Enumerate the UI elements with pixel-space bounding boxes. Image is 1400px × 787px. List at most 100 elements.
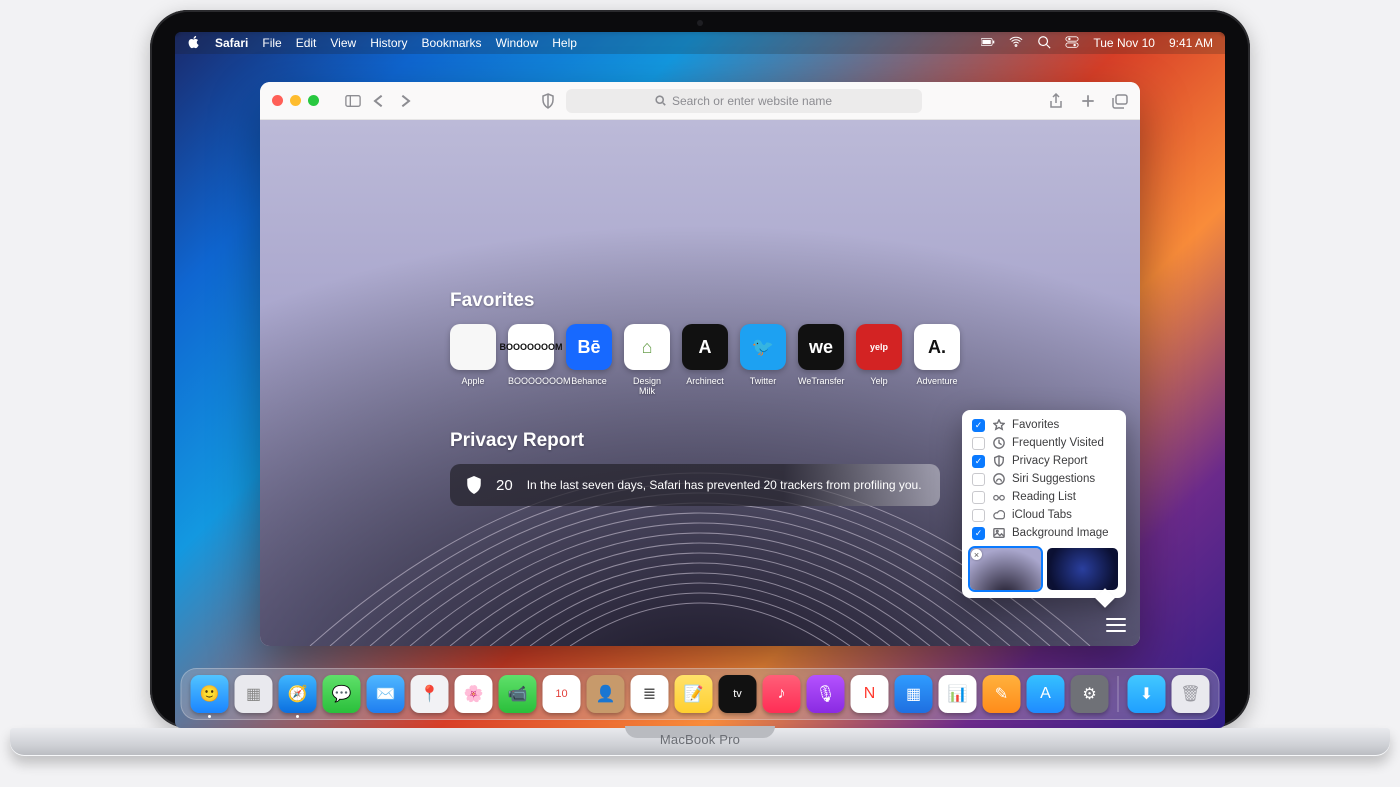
checkbox[interactable] xyxy=(972,473,985,486)
checkbox[interactable] xyxy=(972,509,985,522)
nav-back-icon[interactable] xyxy=(371,93,387,109)
safari-toolbar: Search or enter website name xyxy=(260,82,1140,120)
dock-app-launchpad[interactable]: ▦ xyxy=(235,675,273,713)
checkbox[interactable] xyxy=(972,491,985,504)
dock-app-calendar[interactable]: 10 xyxy=(543,675,581,713)
option-label: Background Image xyxy=(1012,527,1109,539)
favorite-yelp[interactable]: yelpYelp xyxy=(856,324,902,396)
dock-app-tv[interactable]: tv xyxy=(719,675,757,713)
privacy-shield-icon[interactable] xyxy=(540,93,556,109)
favorite-apple[interactable]: Apple xyxy=(450,324,496,396)
bg-thumbnail-1[interactable]: × xyxy=(970,548,1041,590)
dock-app-app-store[interactable]: A xyxy=(1027,675,1065,713)
remove-bg-icon[interactable]: × xyxy=(971,549,982,560)
dock-app-finder[interactable]: 🙂 xyxy=(191,675,229,713)
favorite-booooooom[interactable]: BOOOOOOOMBOOOOOOOM xyxy=(508,324,554,396)
tab-overview-icon[interactable] xyxy=(1112,93,1128,109)
menubar-item[interactable]: View xyxy=(330,36,356,50)
favorite-twitter[interactable]: 🐦Twitter xyxy=(740,324,786,396)
menubar-item[interactable]: History xyxy=(370,36,407,50)
shield-icon xyxy=(466,476,482,494)
dock-app-keynote[interactable]: ▦ xyxy=(895,675,933,713)
customize-option-reading-list[interactable]: Reading List xyxy=(962,488,1126,506)
macos-dock: 🙂▦🧭💬✉️📍🌸📹10👤≣📝tv♪🎙N▦📊✎A⚙︎⬇︎🗑 xyxy=(181,668,1220,720)
option-label: Frequently Visited xyxy=(1012,437,1104,449)
dock-app-reminders[interactable]: ≣ xyxy=(631,675,669,713)
hardware-label: MacBook Pro xyxy=(660,732,740,747)
control-center-icon[interactable] xyxy=(1065,35,1079,52)
option-label: iCloud Tabs xyxy=(1012,509,1072,521)
search-icon xyxy=(655,95,666,106)
fullscreen-button[interactable] xyxy=(308,95,319,106)
share-icon[interactable] xyxy=(1048,93,1064,109)
new-tab-icon[interactable] xyxy=(1080,93,1096,109)
menubar-date[interactable]: Tue Nov 10 xyxy=(1093,36,1155,50)
customize-option-background-image[interactable]: Background Image xyxy=(962,524,1126,542)
shield-icon xyxy=(992,455,1005,467)
menubar-item[interactable]: Bookmarks xyxy=(422,36,482,50)
dock-app-trash[interactable]: 🗑 xyxy=(1172,675,1210,713)
macbook-frame: Safari File Edit View History Bookmarks … xyxy=(150,10,1250,728)
macos-menubar: Safari File Edit View History Bookmarks … xyxy=(175,32,1225,54)
favorite-wetransfer[interactable]: weWeTransfer xyxy=(798,324,844,396)
customize-option-privacy-report[interactable]: Privacy Report xyxy=(962,452,1126,470)
dock-app-contacts[interactable]: 👤 xyxy=(587,675,625,713)
address-placeholder: Search or enter website name xyxy=(672,94,832,108)
wifi-icon[interactable] xyxy=(1009,35,1023,52)
dock-app-messages[interactable]: 💬 xyxy=(323,675,361,713)
battery-icon[interactable] xyxy=(981,35,995,52)
tracker-count: 20 xyxy=(496,477,513,494)
checkbox[interactable] xyxy=(972,419,985,432)
favorite-behance[interactable]: BēBehance xyxy=(566,324,612,396)
dock-app-safari[interactable]: 🧭 xyxy=(279,675,317,713)
menubar-item[interactable]: Window xyxy=(496,36,539,50)
close-button[interactable] xyxy=(272,95,283,106)
address-bar[interactable]: Search or enter website name xyxy=(566,89,922,113)
nav-forward-icon[interactable] xyxy=(397,93,413,109)
customize-option-frequently-visited[interactable]: Frequently Visited xyxy=(962,434,1126,452)
checkbox[interactable] xyxy=(972,455,985,468)
customize-start-page-popover: Favorites Frequently Visited Privacy Rep… xyxy=(962,410,1126,598)
menubar-item[interactable]: File xyxy=(262,36,281,50)
dock-app-mail[interactable]: ✉️ xyxy=(367,675,405,713)
menubar-item[interactable]: Edit xyxy=(296,36,317,50)
favorite-archinect[interactable]: AArchinect xyxy=(682,324,728,396)
customize-option-favorites[interactable]: Favorites xyxy=(962,416,1126,434)
dock-app-facetime[interactable]: 📹 xyxy=(499,675,537,713)
dock-app-pages[interactable]: ✎ xyxy=(983,675,1021,713)
customize-option-icloud-tabs[interactable]: iCloud Tabs xyxy=(962,506,1126,524)
apple-menu-icon[interactable] xyxy=(187,35,201,52)
image-icon xyxy=(992,527,1005,539)
option-label: Favorites xyxy=(1012,419,1059,431)
customize-option-siri-suggestions[interactable]: Siri Suggestions xyxy=(962,470,1126,488)
favorites-title: Favorites xyxy=(450,290,940,312)
dock-separator xyxy=(1118,676,1119,712)
option-label: Privacy Report xyxy=(1012,455,1087,467)
dock-app-news[interactable]: N xyxy=(851,675,889,713)
dock-app-music[interactable]: ♪ xyxy=(763,675,801,713)
privacy-report-text: In the last seven days, Safari has preve… xyxy=(527,478,922,492)
dock-app-system-preferences[interactable]: ⚙︎ xyxy=(1071,675,1109,713)
dock-app-maps[interactable]: 📍 xyxy=(411,675,449,713)
dock-app-downloads[interactable]: ⬇︎ xyxy=(1128,675,1166,713)
siri-icon xyxy=(992,473,1005,485)
favorite-design-milk[interactable]: ⌂Design Milk xyxy=(624,324,670,396)
dock-app-photos[interactable]: 🌸 xyxy=(455,675,493,713)
bg-thumbnail-2[interactable] xyxy=(1047,548,1118,590)
dock-app-notes[interactable]: 📝 xyxy=(675,675,713,713)
star-icon xyxy=(992,419,1005,431)
favorites-grid: Apple BOOOOOOOMBOOOOOOOM BēBehance ⌂Design … xyxy=(450,324,940,396)
menubar-item[interactable]: Help xyxy=(552,36,577,50)
privacy-report-card[interactable]: 20 In the last seven days, Safari has pr… xyxy=(450,464,940,506)
customize-start-page-button[interactable] xyxy=(1106,618,1126,632)
menubar-time[interactable]: 9:41 AM xyxy=(1169,36,1213,50)
minimize-button[interactable] xyxy=(290,95,301,106)
checkbox[interactable] xyxy=(972,437,985,450)
dock-app-numbers[interactable]: 📊 xyxy=(939,675,977,713)
dock-app-podcasts[interactable]: 🎙 xyxy=(807,675,845,713)
checkbox[interactable] xyxy=(972,527,985,540)
spotlight-icon[interactable] xyxy=(1037,35,1051,52)
favorite-adventure[interactable]: A.Adventure xyxy=(914,324,960,396)
sidebar-toggle-icon[interactable] xyxy=(345,93,361,109)
menubar-app-name[interactable]: Safari xyxy=(215,36,248,50)
